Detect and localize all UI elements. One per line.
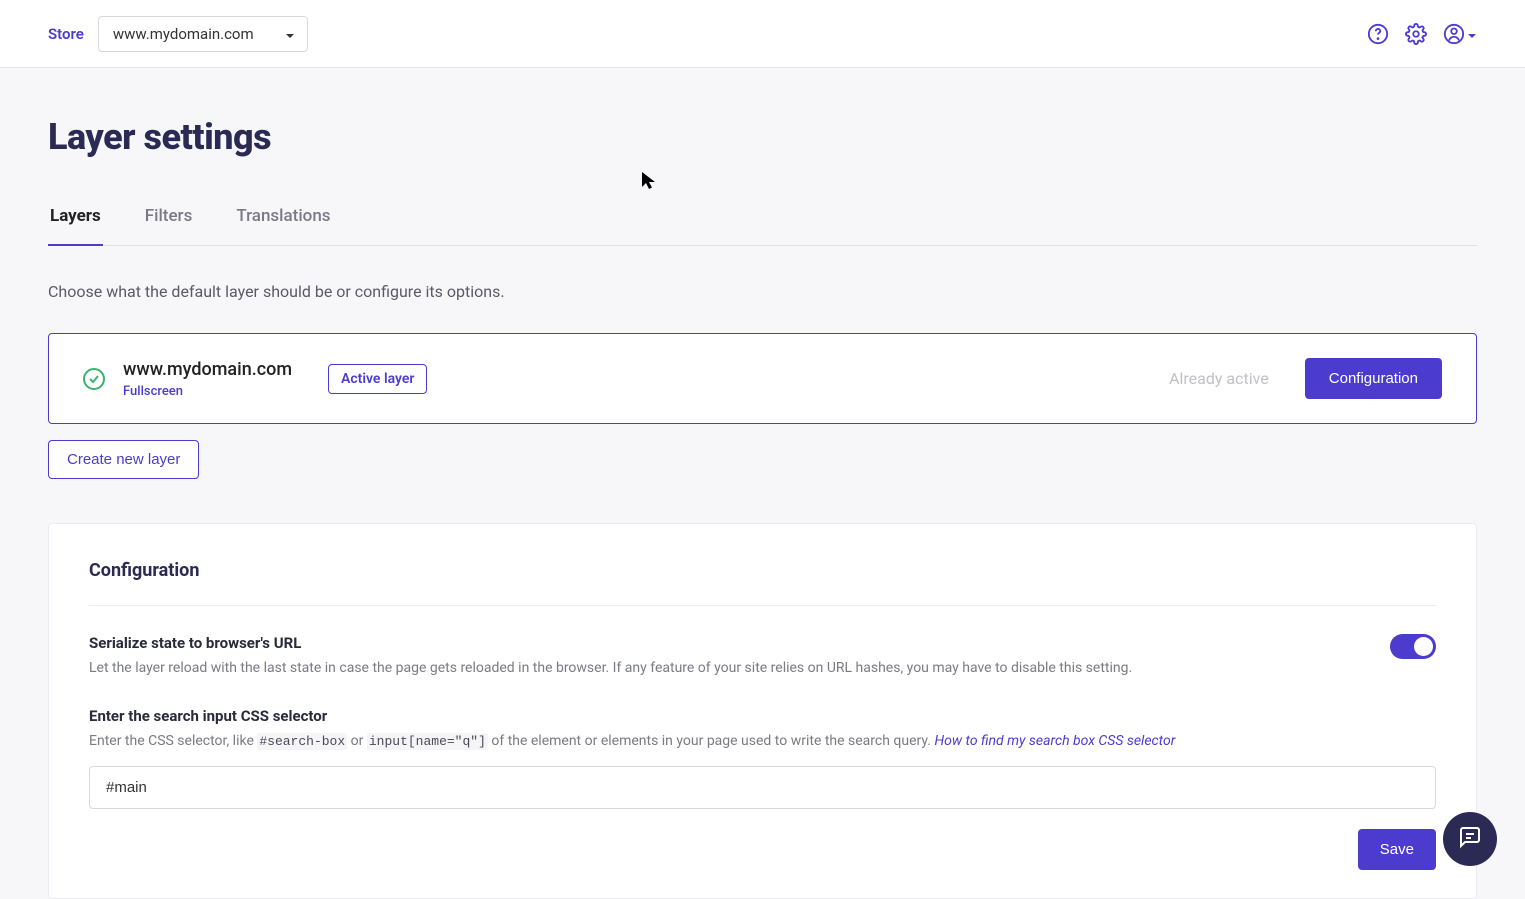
layer-card: www.mydomain.com Fullscreen Active layer… — [48, 333, 1477, 424]
serialize-setting-description: Let the layer reload with the last state… — [89, 658, 1132, 679]
caret-down-icon — [1467, 24, 1477, 43]
create-new-layer-button[interactable]: Create new layer — [48, 440, 199, 479]
check-circle-icon — [83, 368, 105, 390]
tab-translations[interactable]: Translations — [234, 206, 332, 246]
store-label: Store — [48, 25, 84, 43]
save-button[interactable]: Save — [1358, 829, 1436, 870]
configuration-panel-title: Configuration — [89, 560, 1436, 606]
toggle-knob — [1414, 637, 1433, 656]
tabs: Layers Filters Translations — [48, 206, 1477, 246]
selector-desc-mid: or — [347, 733, 367, 749]
page-title: Layer settings — [48, 116, 1477, 158]
user-icon — [1443, 23, 1465, 45]
help-icon[interactable] — [1367, 23, 1389, 45]
helper-text: Choose what the default layer should be … — [48, 282, 1477, 301]
already-active-text: Already active — [1169, 369, 1269, 388]
tab-filters[interactable]: Filters — [143, 206, 195, 246]
active-layer-badge: Active layer — [328, 364, 427, 394]
layer-card-right: Already active Configuration — [1169, 358, 1442, 399]
serialize-setting-row: Serialize state to browser's URL Let the… — [89, 634, 1436, 679]
header-left: Store www.mydomain.com — [48, 16, 308, 52]
user-menu[interactable] — [1443, 23, 1477, 45]
save-row: Save — [89, 829, 1436, 870]
configuration-panel: Configuration Serialize state to browser… — [48, 523, 1477, 899]
selector-setting: Enter the search input CSS selector Ente… — [89, 707, 1436, 809]
store-selector[interactable]: www.mydomain.com — [98, 16, 308, 52]
layer-name-wrap: www.mydomain.com Fullscreen — [123, 359, 292, 399]
tab-layers[interactable]: Layers — [48, 206, 103, 246]
serialize-setting-label: Serialize state to browser's URL — [89, 634, 1132, 652]
selector-setting-description: Enter the CSS selector, like #search-box… — [89, 731, 1436, 752]
caret-down-icon — [285, 25, 295, 43]
layer-card-left: www.mydomain.com Fullscreen Active layer — [83, 359, 427, 399]
selector-desc-prefix: Enter the CSS selector, like — [89, 733, 257, 749]
selector-setting-label: Enter the search input CSS selector — [89, 707, 1436, 725]
css-selector-input[interactable] — [89, 766, 1436, 809]
selector-help-link[interactable]: How to find my search box CSS selector — [934, 733, 1175, 749]
selector-desc-suffix: of the element or elements in your page … — [488, 733, 935, 749]
serialize-setting-text: Serialize state to browser's URL Let the… — [89, 634, 1132, 679]
layer-name: www.mydomain.com — [123, 359, 292, 380]
gear-icon[interactable] — [1405, 23, 1427, 45]
app-header: Store www.mydomain.com — [0, 0, 1525, 68]
store-selector-value: www.mydomain.com — [113, 25, 254, 43]
serialize-toggle[interactable] — [1390, 634, 1436, 659]
header-right — [1367, 23, 1477, 45]
selector-code-example-1: #search-box — [257, 733, 347, 750]
configuration-button[interactable]: Configuration — [1305, 358, 1442, 399]
main-content: Layer settings Layers Filters Translatio… — [0, 68, 1525, 899]
chat-fab[interactable] — [1443, 812, 1497, 866]
chat-icon — [1458, 825, 1482, 853]
layer-subtype[interactable]: Fullscreen — [123, 384, 292, 399]
selector-code-example-2: input[name="q"] — [367, 733, 488, 750]
